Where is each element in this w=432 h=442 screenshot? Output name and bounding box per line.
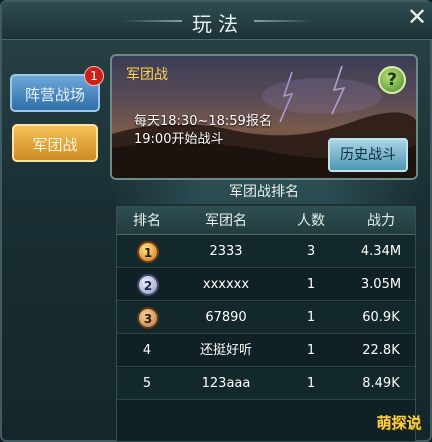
ranking-header: 排名 军团名 人数 战力 — [117, 207, 415, 235]
legion-name: 67890 — [205, 310, 247, 325]
member-count: 1 — [306, 376, 316, 391]
title-bar: 玩法 ✕ — [2, 2, 432, 40]
rank-number: 4 — [142, 343, 152, 358]
power-value: 22.8K — [362, 343, 400, 358]
table-row[interactable]: 3 67890 1 60.9K — [117, 302, 415, 334]
table-row[interactable]: 5 123aaa 1 8.49K — [117, 368, 415, 400]
watermark: 萌探说 — [376, 414, 422, 432]
schedule-start: 19:00开始战斗 — [134, 132, 224, 147]
game-window: 玩法 ✕ 阵营战场 1 军团战 军团战 ? 每天18:30~18:59报名 19… — [0, 0, 432, 442]
member-count: 1 — [306, 277, 316, 292]
window-title: 玩法 — [192, 12, 244, 36]
power-value: 8.49K — [362, 376, 400, 391]
column-legion-name: 军团名 — [205, 213, 247, 229]
member-count: 1 — [306, 343, 316, 358]
column-power: 战力 — [367, 213, 395, 229]
tab-legion-war-label: 军团战 — [32, 136, 78, 154]
power-value: 3.05M — [360, 277, 402, 292]
legion-name: 123aaa — [201, 376, 251, 391]
ranking-table: 排名 军团名 人数 战力 1 2333 3 4.34M 2 xxxxxx 1 3… — [116, 206, 416, 442]
table-row[interactable]: 1 2333 3 4.34M — [117, 236, 415, 268]
member-count: 3 — [306, 244, 316, 259]
tab-camp-battlefield-label: 阵营战场 — [24, 86, 85, 104]
title-ornament-right — [254, 20, 314, 22]
column-rank: 排名 — [133, 213, 161, 229]
ranking-title: 军团战排名 — [110, 180, 418, 204]
banner-label: 军团战 — [126, 67, 168, 83]
legion-name: 2333 — [209, 244, 243, 259]
notification-badge: 1 — [84, 66, 104, 86]
legion-name: xxxxxx — [202, 277, 250, 292]
rank-number: 5 — [142, 376, 152, 391]
table-row[interactable]: 2 xxxxxx 1 3.05M — [117, 269, 415, 301]
history-battles-button[interactable]: 历史战斗 — [328, 138, 408, 172]
schedule-signup: 每天18:30~18:59报名 — [134, 114, 272, 129]
help-icon[interactable]: ? — [378, 66, 406, 94]
tab-legion-war[interactable]: 军团战 — [12, 124, 98, 162]
member-count: 1 — [306, 310, 316, 325]
close-icon[interactable]: ✕ — [404, 4, 430, 30]
silver-medal-icon: 2 — [137, 274, 159, 296]
power-value: 60.9K — [362, 310, 400, 325]
power-value: 4.34M — [360, 244, 402, 259]
legion-name: 还挺好听 — [199, 343, 252, 358]
column-members: 人数 — [297, 213, 325, 229]
legion-war-banner: 军团战 ? 每天18:30~18:59报名 19:00开始战斗 历史战斗 — [110, 54, 418, 180]
table-row[interactable]: 4 还挺好听 1 22.8K — [117, 335, 415, 367]
bronze-medal-icon: 3 — [137, 307, 159, 329]
gold-medal-icon: 1 — [137, 241, 159, 263]
